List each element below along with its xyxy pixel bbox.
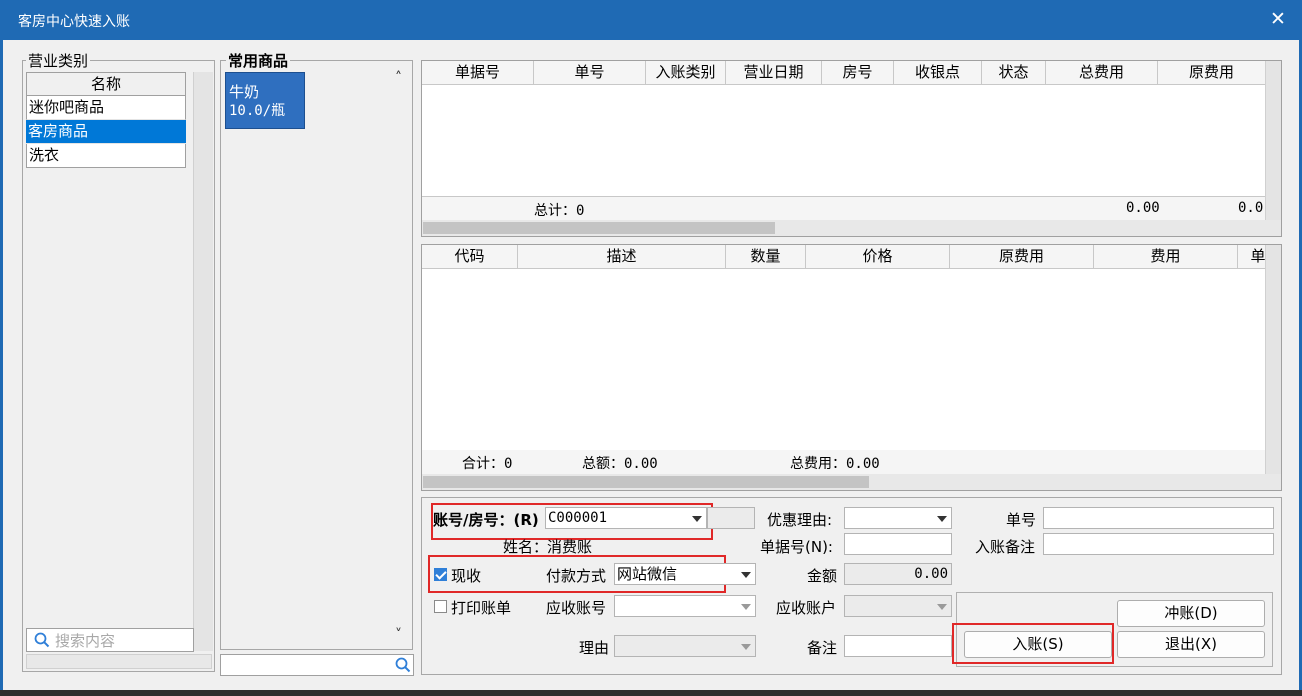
category-item-laundry[interactable]: 洗衣: [26, 144, 186, 168]
items-hscroll-thumb[interactable]: [423, 476, 869, 488]
product-name: 牛奶: [229, 83, 260, 101]
close-icon[interactable]: ✕: [1268, 8, 1288, 30]
bills-total-label: 总计：0: [534, 203, 585, 219]
items-grid-header: 代码 描述 数量 价格 原费用 费用 单: [422, 245, 1265, 269]
chevron-down-icon: [937, 604, 947, 610]
window-border-left: [0, 40, 3, 696]
bills-hscrollbar[interactable]: [422, 220, 1281, 236]
col-price[interactable]: 价格: [806, 245, 950, 268]
category-scrollbar[interactable]: [193, 72, 213, 651]
col-fee[interactable]: 费用: [1094, 245, 1238, 268]
category-hscrollbar[interactable]: [26, 654, 212, 669]
category-list-header: 名称: [26, 72, 186, 96]
items-hscrollbar[interactable]: [422, 474, 1281, 490]
print-bill-label: 打印账单: [451, 599, 512, 617]
product-price: 10.0/瓶: [229, 103, 286, 119]
name-value: 消费账: [547, 538, 593, 556]
chevron-down-icon: [741, 604, 751, 610]
bill-no-label: 单据号(N):: [760, 538, 833, 556]
product-tile-milk[interactable]: 牛奶 10.0/瓶: [225, 72, 305, 129]
window-title: 客房中心快速入账: [18, 14, 130, 30]
remark-entry-input[interactable]: [1043, 533, 1274, 555]
bills-vscrollbar[interactable]: [1265, 61, 1281, 220]
search-icon: [34, 632, 50, 648]
col-cashier-point[interactable]: 收银点: [894, 61, 982, 85]
items-grid-footer: 合计：0 总额：0.00 总费用：0.00: [422, 450, 1265, 474]
order-no-label: 单号: [1006, 511, 1037, 529]
discount-reason-select[interactable]: [844, 507, 952, 529]
col-bill-no[interactable]: 单据号: [422, 61, 534, 85]
order-no-input[interactable]: [1043, 507, 1274, 529]
category-search-box[interactable]: 搜索内容: [26, 628, 194, 652]
chevron-down-icon: [741, 644, 751, 650]
products-group-label: 常用商品: [226, 50, 291, 71]
name-label: 姓名：: [503, 538, 549, 556]
amount-field: 0.00: [844, 563, 952, 585]
pay-method-value: 网站微信: [617, 565, 678, 583]
receivable-no-label: 应收账号: [546, 599, 607, 617]
amount-label: 金额: [807, 567, 838, 585]
col-original-cost[interactable]: 原费用: [950, 245, 1094, 268]
col-entry-type[interactable]: 入账类别: [646, 61, 726, 85]
items-sum-amount: 总额：0.00: [582, 456, 658, 472]
products-group: [220, 60, 413, 650]
col-original-fee[interactable]: 原费用: [1158, 61, 1265, 85]
print-bill-checkbox[interactable]: [434, 600, 447, 613]
col-description[interactable]: 描述: [518, 245, 726, 268]
discount-reason-label: 优惠理由:: [767, 511, 833, 529]
receivable-acct-select: [844, 595, 952, 617]
note-input[interactable]: [844, 635, 952, 657]
col-unit[interactable]: 单: [1238, 245, 1265, 268]
note-label: 备注: [807, 639, 838, 657]
col-business-date[interactable]: 营业日期: [726, 61, 822, 85]
col-order-no[interactable]: 单号: [534, 61, 646, 85]
category-item-minibar[interactable]: 迷你吧商品: [26, 96, 186, 120]
bills-grid-footer: 总计：0 0.00 0.0(: [422, 196, 1272, 220]
chevron-down-icon: [937, 516, 947, 522]
account-extra-field: [707, 507, 755, 529]
pay-method-label: 付款方式: [546, 567, 607, 585]
remark-entry-label: 入账备注: [975, 538, 1036, 556]
exit-button[interactable]: 退出(X): [1117, 631, 1265, 658]
post-button[interactable]: 入账(S): [964, 631, 1112, 658]
items-sum-fee: 总费用：0.00: [790, 456, 880, 472]
reason-select: [614, 635, 756, 657]
chevron-down-icon: [741, 572, 751, 578]
window-border-bottom: [0, 690, 1302, 696]
title-bar: 客房中心快速入账 ✕: [0, 0, 1302, 40]
col-status[interactable]: 状态: [982, 61, 1046, 85]
col-code[interactable]: 代码: [422, 245, 518, 268]
category-group-label: 营业类别: [26, 50, 91, 71]
bills-hscroll-thumb[interactable]: [423, 222, 775, 234]
product-search-box[interactable]: [220, 654, 414, 676]
cash-label: 现收: [451, 567, 482, 585]
scroll-down-icon[interactable]: ˅: [395, 627, 402, 643]
cash-checkbox[interactable]: [434, 568, 447, 581]
reason-label: 理由: [579, 639, 610, 657]
search-icon: [395, 657, 411, 673]
category-item-room-goods[interactable]: 客房商品: [26, 120, 186, 144]
bills-grid: 单据号 单号 入账类别 营业日期 房号 收银点 状态 总费用 原费用 总计：0 …: [421, 60, 1282, 237]
bills-total-fee: 0.00: [1126, 200, 1160, 216]
receivable-no-select[interactable]: [614, 595, 756, 617]
items-grid: 代码 描述 数量 价格 原费用 费用 单 合计：0 总额：0.00 总费用：0.…: [421, 244, 1282, 491]
account-select[interactable]: C000001: [545, 507, 707, 529]
scroll-up-icon[interactable]: ˄: [395, 70, 402, 86]
pay-method-select[interactable]: 网站微信: [614, 563, 756, 585]
col-quantity[interactable]: 数量: [726, 245, 806, 268]
reverse-button[interactable]: 冲账(D): [1117, 600, 1265, 627]
chevron-down-icon: [692, 516, 702, 522]
category-list: 名称 迷你吧商品 客房商品 洗衣: [26, 72, 186, 170]
account-label: 账号/房号：(R): [433, 511, 539, 529]
items-sum-count: 合计：0: [462, 456, 513, 472]
category-search-placeholder: 搜索内容: [55, 632, 116, 650]
account-value: C000001: [548, 510, 608, 526]
bill-no-input[interactable]: [844, 533, 952, 555]
col-room-no[interactable]: 房号: [822, 61, 894, 85]
col-total-fee[interactable]: 总费用: [1046, 61, 1158, 85]
receivable-acct-label: 应收账户: [776, 599, 837, 617]
bills-grid-header: 单据号 单号 入账类别 营业日期 房号 收银点 状态 总费用 原费用: [422, 61, 1265, 85]
items-vscrollbar[interactable]: [1265, 245, 1281, 474]
